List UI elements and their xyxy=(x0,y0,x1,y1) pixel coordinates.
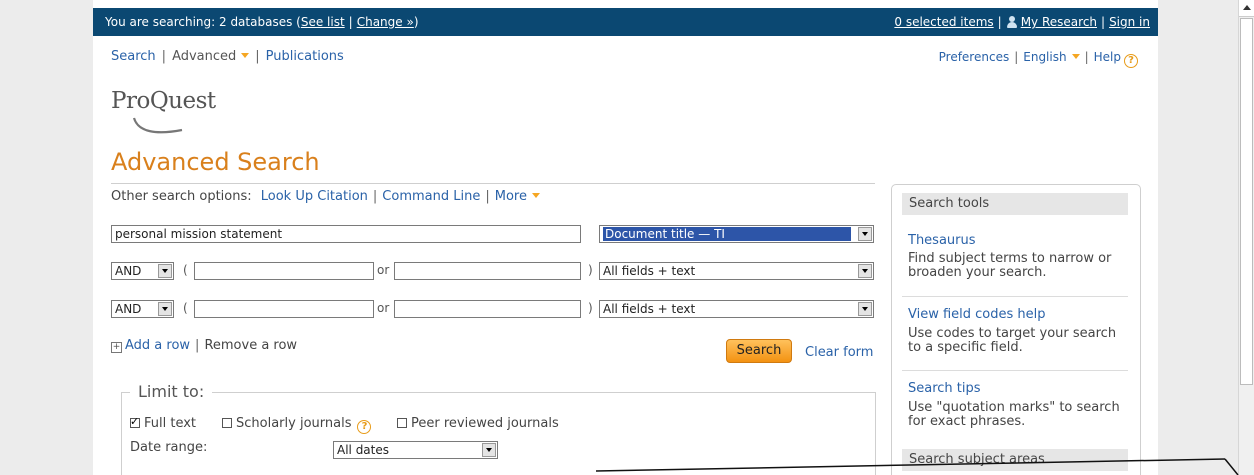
help-icon[interactable]: ? xyxy=(357,420,372,434)
more-link[interactable]: More xyxy=(495,189,527,204)
search-term-input-2b[interactable] xyxy=(394,262,581,280)
search-term-input-2a[interactable] xyxy=(194,262,374,280)
main-nav: Search | Advanced | Publications xyxy=(111,49,344,64)
dropdown-arrow-icon[interactable] xyxy=(858,264,872,278)
scroll-thumb[interactable] xyxy=(1240,18,1253,385)
dropdown-arrow-icon[interactable] xyxy=(482,443,496,457)
thesaurus-link[interactable]: Thesaurus xyxy=(908,233,976,248)
field-codes-link[interactable]: View field codes help xyxy=(908,307,1046,322)
peer-reviewed-checkbox[interactable] xyxy=(397,418,407,428)
account-links: 0 selected items | My Research | Sign in xyxy=(894,15,1150,29)
search-button[interactable]: Search xyxy=(726,339,792,363)
database-bar: You are searching: 2 databases (See list… xyxy=(93,8,1158,36)
full-text-checkbox[interactable] xyxy=(130,415,140,428)
field-select-3[interactable]: All fields + text xyxy=(599,300,874,318)
tools-divider xyxy=(902,296,1128,297)
close-paren: ) xyxy=(588,263,593,277)
help-icon[interactable]: ? xyxy=(1124,54,1138,68)
search-term-input-3b[interactable] xyxy=(394,300,581,318)
clear-form-link[interactable]: Clear form xyxy=(805,345,873,360)
scholarly-label: Scholarly journals xyxy=(236,416,352,431)
preferences-link[interactable]: Preferences xyxy=(939,50,1010,64)
or-label: or xyxy=(377,301,390,315)
add-row-link[interactable]: Add a row xyxy=(125,338,190,353)
change-link[interactable]: Change » xyxy=(357,15,414,29)
tools-divider xyxy=(902,370,1128,371)
row-actions: + Add a row | Remove a row xyxy=(111,338,298,353)
or-label: or xyxy=(377,263,390,277)
remove-row-link[interactable]: Remove a row xyxy=(204,338,297,353)
field-select-1-value: Document title — TI xyxy=(603,227,851,241)
full-text-option[interactable]: Full text xyxy=(130,415,197,431)
scroll-up-arrow-icon[interactable] xyxy=(1239,0,1254,17)
search-term-input-3a[interactable] xyxy=(194,300,374,318)
selected-items-link[interactable]: 0 selected items xyxy=(894,15,993,29)
date-range-select[interactable]: All dates xyxy=(333,441,498,459)
searching-text: You are searching: 2 databases ( xyxy=(105,15,301,29)
date-range-value: All dates xyxy=(337,443,390,457)
open-paren: ( xyxy=(183,301,188,315)
open-paren: ( xyxy=(183,263,188,277)
proquest-logo[interactable]: ProQuest xyxy=(111,88,216,114)
nav-publications[interactable]: Publications xyxy=(266,49,344,64)
nav-search[interactable]: Search xyxy=(111,49,156,64)
chevron-down-icon[interactable] xyxy=(531,193,540,198)
peer-reviewed-label: Peer reviewed journals xyxy=(411,416,559,431)
language-link[interactable]: English xyxy=(1023,50,1066,64)
dropdown-arrow-icon[interactable] xyxy=(158,302,172,316)
nav-advanced[interactable]: Advanced xyxy=(172,49,236,64)
scholarly-option[interactable]: Scholarly journals? xyxy=(222,416,372,434)
page-title: Advanced Search xyxy=(111,148,320,176)
search-tools-heading: Search tools xyxy=(902,193,1128,215)
limit-to-legend: Limit to: xyxy=(130,382,213,401)
close-paren: ) xyxy=(588,301,593,315)
my-research-link[interactable]: My Research xyxy=(1021,15,1097,29)
field-select-1[interactable]: Document title — TI xyxy=(599,225,874,243)
field-select-2[interactable]: All fields + text xyxy=(599,262,874,280)
plus-icon[interactable]: + xyxy=(111,342,122,353)
thesaurus-description: Find subject terms to narrow or broaden … xyxy=(908,251,1112,280)
dropdown-arrow-icon[interactable] xyxy=(158,264,172,278)
see-list-link[interactable]: See list xyxy=(301,15,345,29)
operator-select-2[interactable]: AND xyxy=(111,262,174,280)
other-options-label: Other search options: xyxy=(111,189,252,204)
help-link[interactable]: Help xyxy=(1094,50,1121,64)
operator-select-3[interactable]: AND xyxy=(111,300,174,318)
utility-links: Preferences | English | Help? xyxy=(939,50,1138,68)
dropdown-arrow-icon[interactable] xyxy=(858,227,872,241)
command-line-link[interactable]: Command Line xyxy=(382,189,480,204)
operator-select-3-value: AND xyxy=(115,302,142,316)
full-text-label: Full text xyxy=(144,416,197,431)
scholarly-checkbox[interactable] xyxy=(222,418,232,428)
page: You are searching: 2 databases (See list… xyxy=(0,0,1254,475)
look-up-citation-link[interactable]: Look Up Citation xyxy=(261,189,368,204)
dropdown-arrow-icon[interactable] xyxy=(858,302,872,316)
date-range-label: Date range: xyxy=(130,440,208,455)
sign-in-link[interactable]: Sign in xyxy=(1109,15,1150,29)
search-tips-link[interactable]: Search tips xyxy=(908,381,981,396)
left-gutter xyxy=(0,0,93,475)
peer-reviewed-option[interactable]: Peer reviewed journals xyxy=(397,416,559,431)
right-gutter xyxy=(1158,0,1238,475)
field-select-3-value: All fields + text xyxy=(603,302,696,316)
searching-info: You are searching: 2 databases (See list… xyxy=(105,15,419,29)
field-codes-description: Use codes to target your search to a spe… xyxy=(908,326,1117,355)
search-term-input-1[interactable]: personal mission statement xyxy=(111,225,581,243)
other-search-options: Other search options: Look Up Citation | C… xyxy=(111,189,540,204)
user-icon xyxy=(1006,16,1018,28)
logo-swoosh-icon xyxy=(132,117,183,134)
operator-select-2-value: AND xyxy=(115,264,142,278)
chevron-down-icon[interactable] xyxy=(241,53,250,58)
searching-suffix: ) xyxy=(413,15,419,29)
divider xyxy=(111,183,875,184)
vertical-scrollbar[interactable] xyxy=(1238,0,1254,475)
search-tips-description: Use "quotation marks" to search for exac… xyxy=(908,400,1120,429)
search-subject-areas-heading: Search subject areas xyxy=(902,449,1128,471)
chevron-down-icon[interactable] xyxy=(1071,54,1080,59)
field-select-2-value: All fields + text xyxy=(603,264,696,278)
